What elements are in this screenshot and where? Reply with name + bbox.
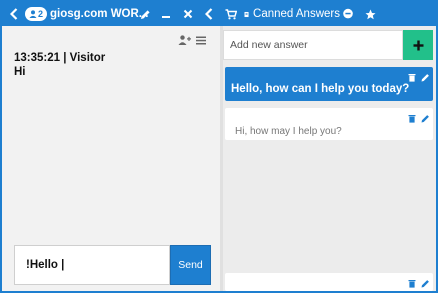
- canned-answer-item[interactable]: [225, 273, 433, 291]
- menu-icon[interactable]: [196, 32, 206, 50]
- canned-answer-text: Hi, how may I help you?: [235, 126, 342, 137]
- user-icon: [29, 10, 37, 18]
- answer-actions: [408, 275, 430, 293]
- chat-bubble-icon[interactable]: [341, 2, 355, 26]
- add-answer-button[interactable]: [403, 30, 433, 60]
- cart-icon[interactable]: [224, 2, 238, 26]
- canned-answer-item[interactable]: Hello, how can I help you today?: [225, 67, 433, 101]
- tab-canned-answers[interactable]: Canned Answers: [244, 2, 340, 26]
- message-input-value: !Hello |: [26, 259, 65, 271]
- minimize-icon[interactable]: [159, 2, 173, 26]
- answer-actions: [408, 69, 430, 87]
- back-icon[interactable]: [6, 2, 22, 26]
- close-icon[interactable]: [181, 2, 195, 26]
- visitor-count: 2: [37, 9, 43, 19]
- canned-answer-text: Hello, how can I help you today?: [231, 83, 410, 95]
- add-answer-placeholder: Add new answer: [230, 39, 308, 51]
- star-icon[interactable]: [363, 2, 377, 26]
- plus-icon: [413, 40, 423, 50]
- top-bar: 2 giosg.com WOR... Canned Answers: [2, 2, 436, 26]
- site-title[interactable]: giosg.com WOR...: [50, 2, 148, 26]
- book-icon: [244, 11, 249, 17]
- pencil-icon[interactable]: [421, 110, 430, 128]
- visitor-count-badge: 2: [25, 7, 47, 21]
- canned-answer-item[interactable]: Hi, how may I help you?: [225, 108, 433, 140]
- answer-actions: [408, 110, 430, 128]
- message-text: Hi: [14, 66, 26, 78]
- site-title-text: giosg.com WOR...: [50, 8, 149, 20]
- trash-icon[interactable]: [408, 275, 416, 293]
- app-window: 2 giosg.com WOR... Canned Answers 13:35:…: [0, 0, 438, 293]
- pencil-icon[interactable]: [421, 275, 430, 293]
- collapse-left-icon[interactable]: [202, 2, 216, 26]
- pencil-icon[interactable]: [138, 2, 152, 26]
- pencil-icon[interactable]: [421, 69, 430, 87]
- send-button[interactable]: Send: [170, 245, 211, 285]
- add-user-icon[interactable]: [178, 32, 191, 50]
- chat-tools: [178, 32, 206, 50]
- canned-answers-panel: Add new answer Hello, how can I help you…: [223, 26, 436, 291]
- message-meta: 13:35:21 | Visitor: [14, 52, 106, 64]
- chat-panel: 13:35:21 | Visitor Hi !Hello | Send: [2, 26, 220, 291]
- add-answer-input[interactable]: Add new answer: [223, 30, 403, 60]
- message-input[interactable]: !Hello |: [14, 245, 170, 285]
- trash-icon[interactable]: [408, 110, 416, 128]
- tab-canned-answers-label: Canned Answers: [253, 8, 340, 20]
